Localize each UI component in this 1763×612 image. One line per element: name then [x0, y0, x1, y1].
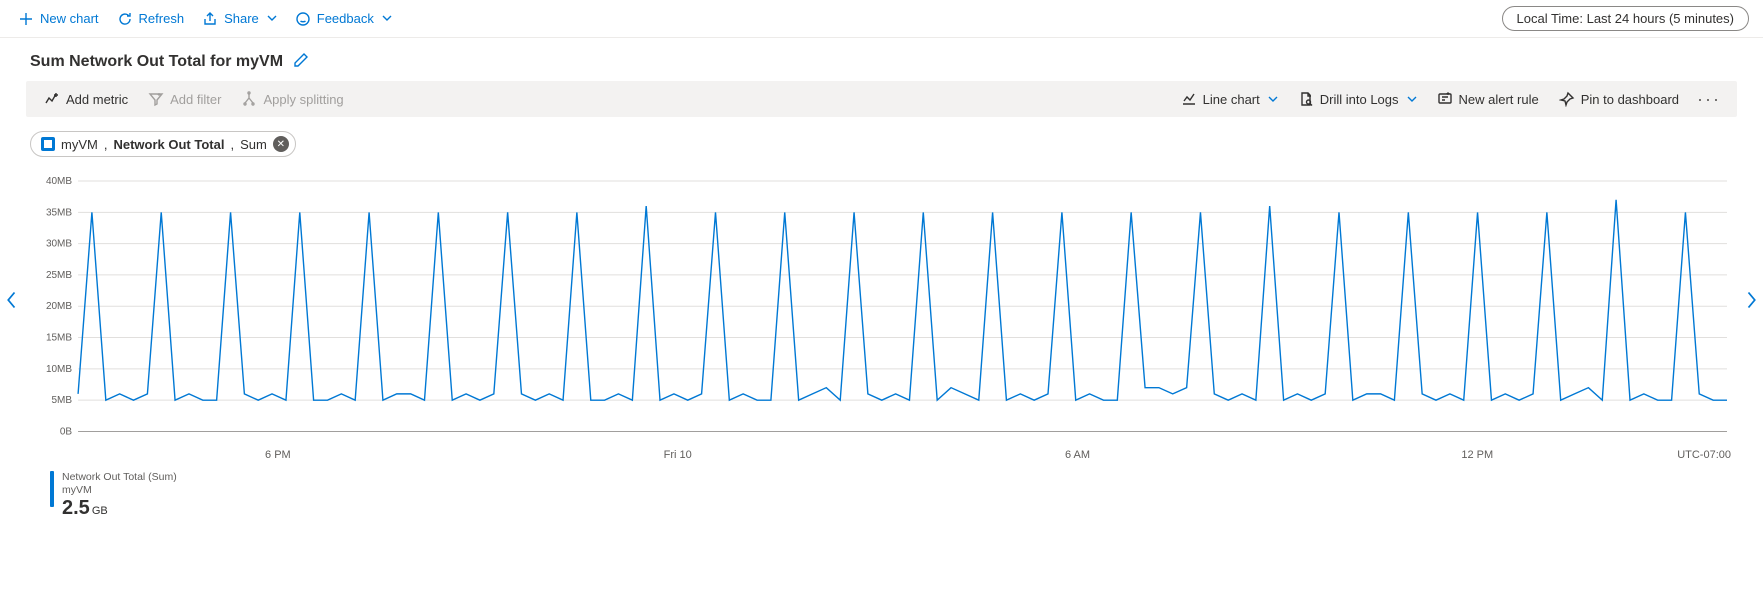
metric-pill[interactable]: myVM, Network Out Total, Sum ✕	[30, 131, 296, 157]
feedback-button[interactable]: Feedback	[287, 7, 400, 31]
alert-icon	[1437, 91, 1453, 107]
plus-icon	[18, 11, 34, 27]
share-icon	[202, 11, 218, 27]
apply-splitting-label: Apply splitting	[263, 92, 343, 107]
series-line	[78, 200, 1727, 400]
legend-value: 2.5	[62, 497, 90, 519]
metric-pill-resource: myVM	[61, 137, 98, 152]
split-icon	[241, 91, 257, 107]
metric-pill-aggregation: Sum	[240, 137, 267, 152]
new-chart-label: New chart	[40, 11, 99, 26]
vm-icon	[41, 137, 55, 151]
page-title: Sum Network Out Total for myVM	[30, 53, 283, 71]
new-alert-rule-button[interactable]: New alert rule	[1429, 87, 1547, 111]
refresh-button[interactable]: Refresh	[109, 7, 193, 31]
y-tick-label: 25MB	[46, 270, 72, 281]
new-alert-rule-label: New alert rule	[1459, 92, 1539, 107]
legend-color-swatch	[50, 471, 54, 507]
add-filter-label: Add filter	[170, 92, 221, 107]
share-button[interactable]: Share	[194, 7, 285, 31]
timezone-label: UTC-07:00	[1677, 449, 1733, 461]
x-tick-label: 6 PM	[78, 449, 478, 461]
metric-pill-metric: Network Out Total	[113, 137, 224, 152]
smiley-icon	[295, 11, 311, 27]
y-tick-label: 5MB	[52, 395, 73, 406]
chart-pan-left-button[interactable]	[2, 285, 22, 315]
apply-splitting-button[interactable]: Apply splitting	[233, 87, 351, 111]
chevron-down-icon	[1407, 92, 1417, 107]
filter-icon	[148, 91, 164, 107]
add-metric-button[interactable]: Add metric	[36, 87, 136, 111]
x-tick-label: 12 PM	[1277, 449, 1677, 461]
y-tick-label: 20MB	[46, 301, 72, 312]
legend-series-name: Network Out Total (Sum)	[62, 471, 177, 484]
line-chart-icon	[1181, 91, 1197, 107]
y-tick-label: 35MB	[46, 207, 72, 218]
time-range-picker[interactable]: Local Time: Last 24 hours (5 minutes)	[1502, 6, 1750, 31]
pin-to-dashboard-label: Pin to dashboard	[1581, 92, 1679, 107]
feedback-label: Feedback	[317, 11, 374, 26]
pin-to-dashboard-button[interactable]: Pin to dashboard	[1551, 87, 1687, 111]
refresh-label: Refresh	[139, 11, 185, 26]
drill-into-logs-button[interactable]: Drill into Logs	[1290, 87, 1425, 111]
chart-pan-right-button[interactable]	[1741, 285, 1761, 315]
chevron-down-icon	[382, 11, 392, 26]
logs-icon	[1298, 91, 1314, 107]
drill-into-logs-label: Drill into Logs	[1320, 92, 1399, 107]
add-metric-label: Add metric	[66, 92, 128, 107]
more-options-button[interactable]: ···	[1691, 89, 1727, 110]
metrics-chart[interactable]: 0B 5MB 10MB 15MB 20MB 25MB 30MB 35MB 40MB	[30, 175, 1733, 445]
y-tick-label: 15MB	[46, 333, 72, 344]
chevron-down-icon	[1268, 92, 1278, 107]
y-tick-label: 0B	[60, 426, 73, 437]
chart-legend: Network Out Total (Sum) myVM 2.5GB	[0, 461, 1763, 539]
x-tick-label: 6 AM	[878, 449, 1278, 461]
remove-metric-button[interactable]: ✕	[273, 136, 289, 152]
x-tick-label: Fri 10	[478, 449, 878, 461]
add-metric-icon	[44, 91, 60, 107]
new-chart-button[interactable]: New chart	[10, 7, 107, 31]
pin-icon	[1559, 91, 1575, 107]
y-tick-label: 10MB	[46, 364, 72, 375]
y-tick-label: 30MB	[46, 239, 72, 250]
chart-type-dropdown[interactable]: Line chart	[1173, 87, 1286, 111]
add-filter-button[interactable]: Add filter	[140, 87, 229, 111]
y-tick-label: 40MB	[46, 176, 72, 187]
chevron-down-icon	[267, 11, 277, 26]
share-label: Share	[224, 11, 259, 26]
legend-resource-name: myVM	[62, 484, 177, 497]
legend-unit: GB	[92, 505, 108, 517]
refresh-icon	[117, 11, 133, 27]
edit-title-button[interactable]	[293, 52, 309, 71]
chart-type-label: Line chart	[1203, 92, 1260, 107]
time-range-label: Local Time: Last 24 hours (5 minutes)	[1517, 11, 1735, 26]
